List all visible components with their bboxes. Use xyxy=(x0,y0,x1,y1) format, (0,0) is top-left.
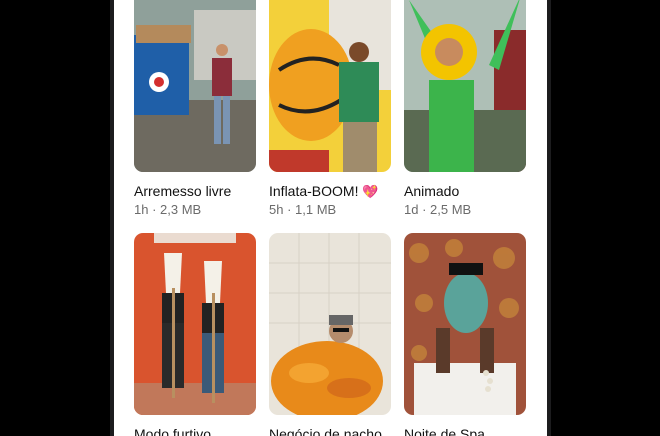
video-thumbnail[interactable] xyxy=(134,0,256,172)
heart-emoji: 💖 xyxy=(362,184,379,199)
video-card[interactable]: Negócio de nacho xyxy=(269,233,391,436)
video-card[interactable]: Noite de Spa xyxy=(404,233,526,436)
video-thumbnail[interactable] xyxy=(404,0,526,172)
video-card[interactable]: Inflata-BOOM! 💖 5h · 1,1 MB xyxy=(269,0,391,218)
video-thumbnail[interactable] xyxy=(134,233,256,415)
video-title-text: Inflata-BOOM! xyxy=(269,183,359,199)
video-title: Modo furtivo xyxy=(134,426,212,436)
video-meta: 1d · 2,5 MB xyxy=(404,202,472,217)
video-title: Arremesso livre xyxy=(134,183,232,199)
video-card[interactable]: Animado 1d · 2,5 MB xyxy=(404,0,526,218)
phone-screen: Arremesso livre 1h · 2,3 MB Inflata-BOOM… xyxy=(110,0,551,436)
video-thumbnail[interactable] xyxy=(404,233,526,415)
video-title: Animado xyxy=(404,183,460,199)
video-title: Negócio de nacho xyxy=(269,426,382,436)
video-card[interactable]: Modo furtivo xyxy=(134,233,256,436)
video-thumbnail[interactable] xyxy=(269,0,391,172)
video-title: Inflata-BOOM! 💖 xyxy=(269,182,391,200)
video-card[interactable]: Arremesso livre 1h · 2,3 MB xyxy=(134,0,256,218)
video-meta: 5h · 1,1 MB xyxy=(269,202,337,217)
video-title: Noite de Spa xyxy=(404,426,485,436)
video-meta: 1h · 2,3 MB xyxy=(134,202,202,217)
video-thumbnail[interactable] xyxy=(269,233,391,415)
